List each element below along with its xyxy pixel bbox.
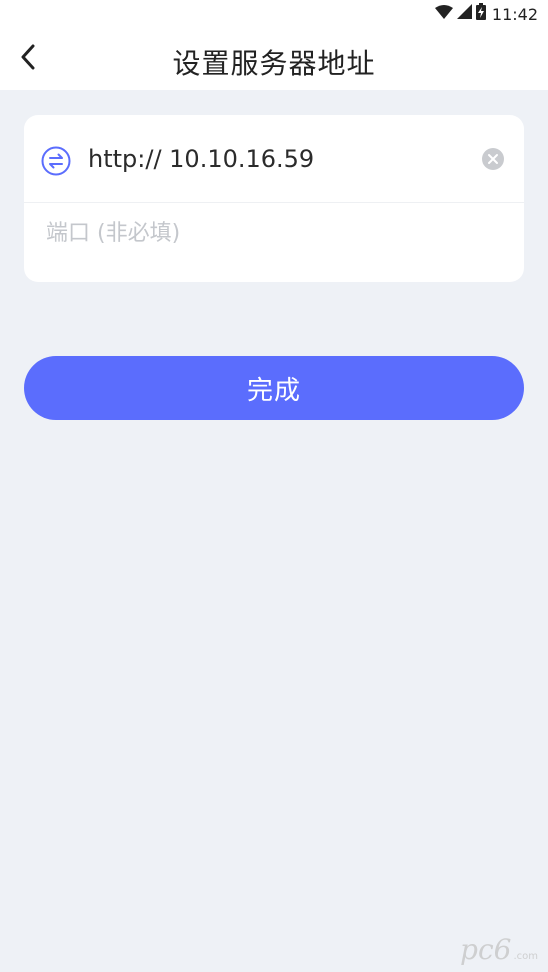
status-bar: 11:42 [0, 0, 548, 28]
done-button[interactable]: 完成 [24, 356, 524, 420]
port-input[interactable] [46, 213, 506, 253]
watermark-sub: .com [513, 951, 538, 962]
status-time: 11:42 [491, 4, 538, 24]
nav-bar: 设置服务器地址 [0, 28, 548, 90]
signal-icon [456, 4, 472, 24]
url-row [24, 115, 524, 203]
watermark-logo: pc6 .com [460, 933, 538, 966]
page-title: 设置服务器地址 [172, 47, 376, 80]
server-form-card [24, 115, 524, 282]
clear-circle-icon[interactable] [481, 147, 505, 171]
battery-charging-icon [475, 3, 486, 25]
status-icons [434, 3, 486, 25]
server-url-input[interactable] [88, 139, 468, 179]
swap-arrows-icon [41, 146, 71, 176]
wifi-icon [434, 4, 453, 24]
watermark-main: pc6 [460, 933, 512, 966]
